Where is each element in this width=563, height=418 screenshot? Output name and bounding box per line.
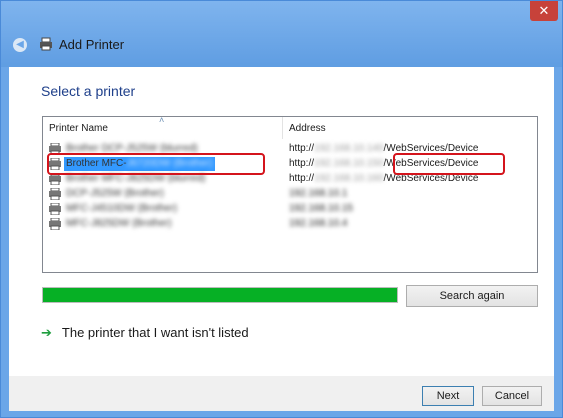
next-button[interactable]: Next xyxy=(422,386,474,406)
printer-name: MFC-J4510DW (Brother) xyxy=(66,203,178,214)
back-button[interactable]: ◀ xyxy=(13,38,27,52)
close-button[interactable]: ✕ xyxy=(530,1,558,21)
highlight-box-address xyxy=(393,153,505,175)
printer-address: 192.168.10.1 xyxy=(289,188,348,199)
window-title: Add Printer xyxy=(59,37,125,52)
printer-row[interactable]: MFC-J4510DW (Brother) 192.168.10.15 xyxy=(43,202,537,216)
search-again-button[interactable]: Search again xyxy=(406,285,538,307)
back-arrow-icon: ◀ xyxy=(16,39,24,50)
add-printer-window: ✕ ◀ Add Printer Select a printer Printer… xyxy=(0,0,563,418)
printer-address: 192.168.10.15 xyxy=(289,203,353,214)
page-heading: Select a printer xyxy=(41,83,136,99)
printer-name: MFC-J825DW (Brother) xyxy=(66,218,172,229)
sort-up-icon: ˄ xyxy=(159,116,165,125)
cancel-button[interactable]: Cancel xyxy=(482,386,542,406)
printer-icon xyxy=(39,37,53,56)
progress-fill xyxy=(43,288,397,302)
highlight-box-printer-name xyxy=(47,153,265,175)
printer-list[interactable]: Printer Name ˄ Address Brother DCP-J525W… xyxy=(42,116,538,273)
printer-not-listed-link[interactable]: ➔ The printer that I want isn't listed xyxy=(41,325,249,341)
green-arrow-icon: ➔ xyxy=(41,325,52,340)
wizard-content: Select a printer Printer Name ˄ Address … xyxy=(9,67,554,376)
column-header-printer-name[interactable]: Printer Name ˄ xyxy=(43,117,283,139)
column-header-address[interactable]: Address xyxy=(283,117,537,139)
title-bar: ✕ ◀ Add Printer xyxy=(1,1,562,67)
printer-icon xyxy=(49,217,61,235)
search-progress-bar xyxy=(42,287,398,303)
printer-address: 192.168.10.4 xyxy=(289,218,348,229)
not-listed-label: The printer that I want isn't listed xyxy=(61,325,249,340)
close-icon: ✕ xyxy=(538,3,550,18)
printer-name: DCP-J525W (Brother) xyxy=(66,188,164,199)
printer-row[interactable]: MFC-J825DW (Brother) 192.168.10.4 xyxy=(43,217,537,231)
wizard-footer: Next Cancel xyxy=(9,376,554,411)
printer-row[interactable]: DCP-J525W (Brother) 192.168.10.1 xyxy=(43,187,537,201)
